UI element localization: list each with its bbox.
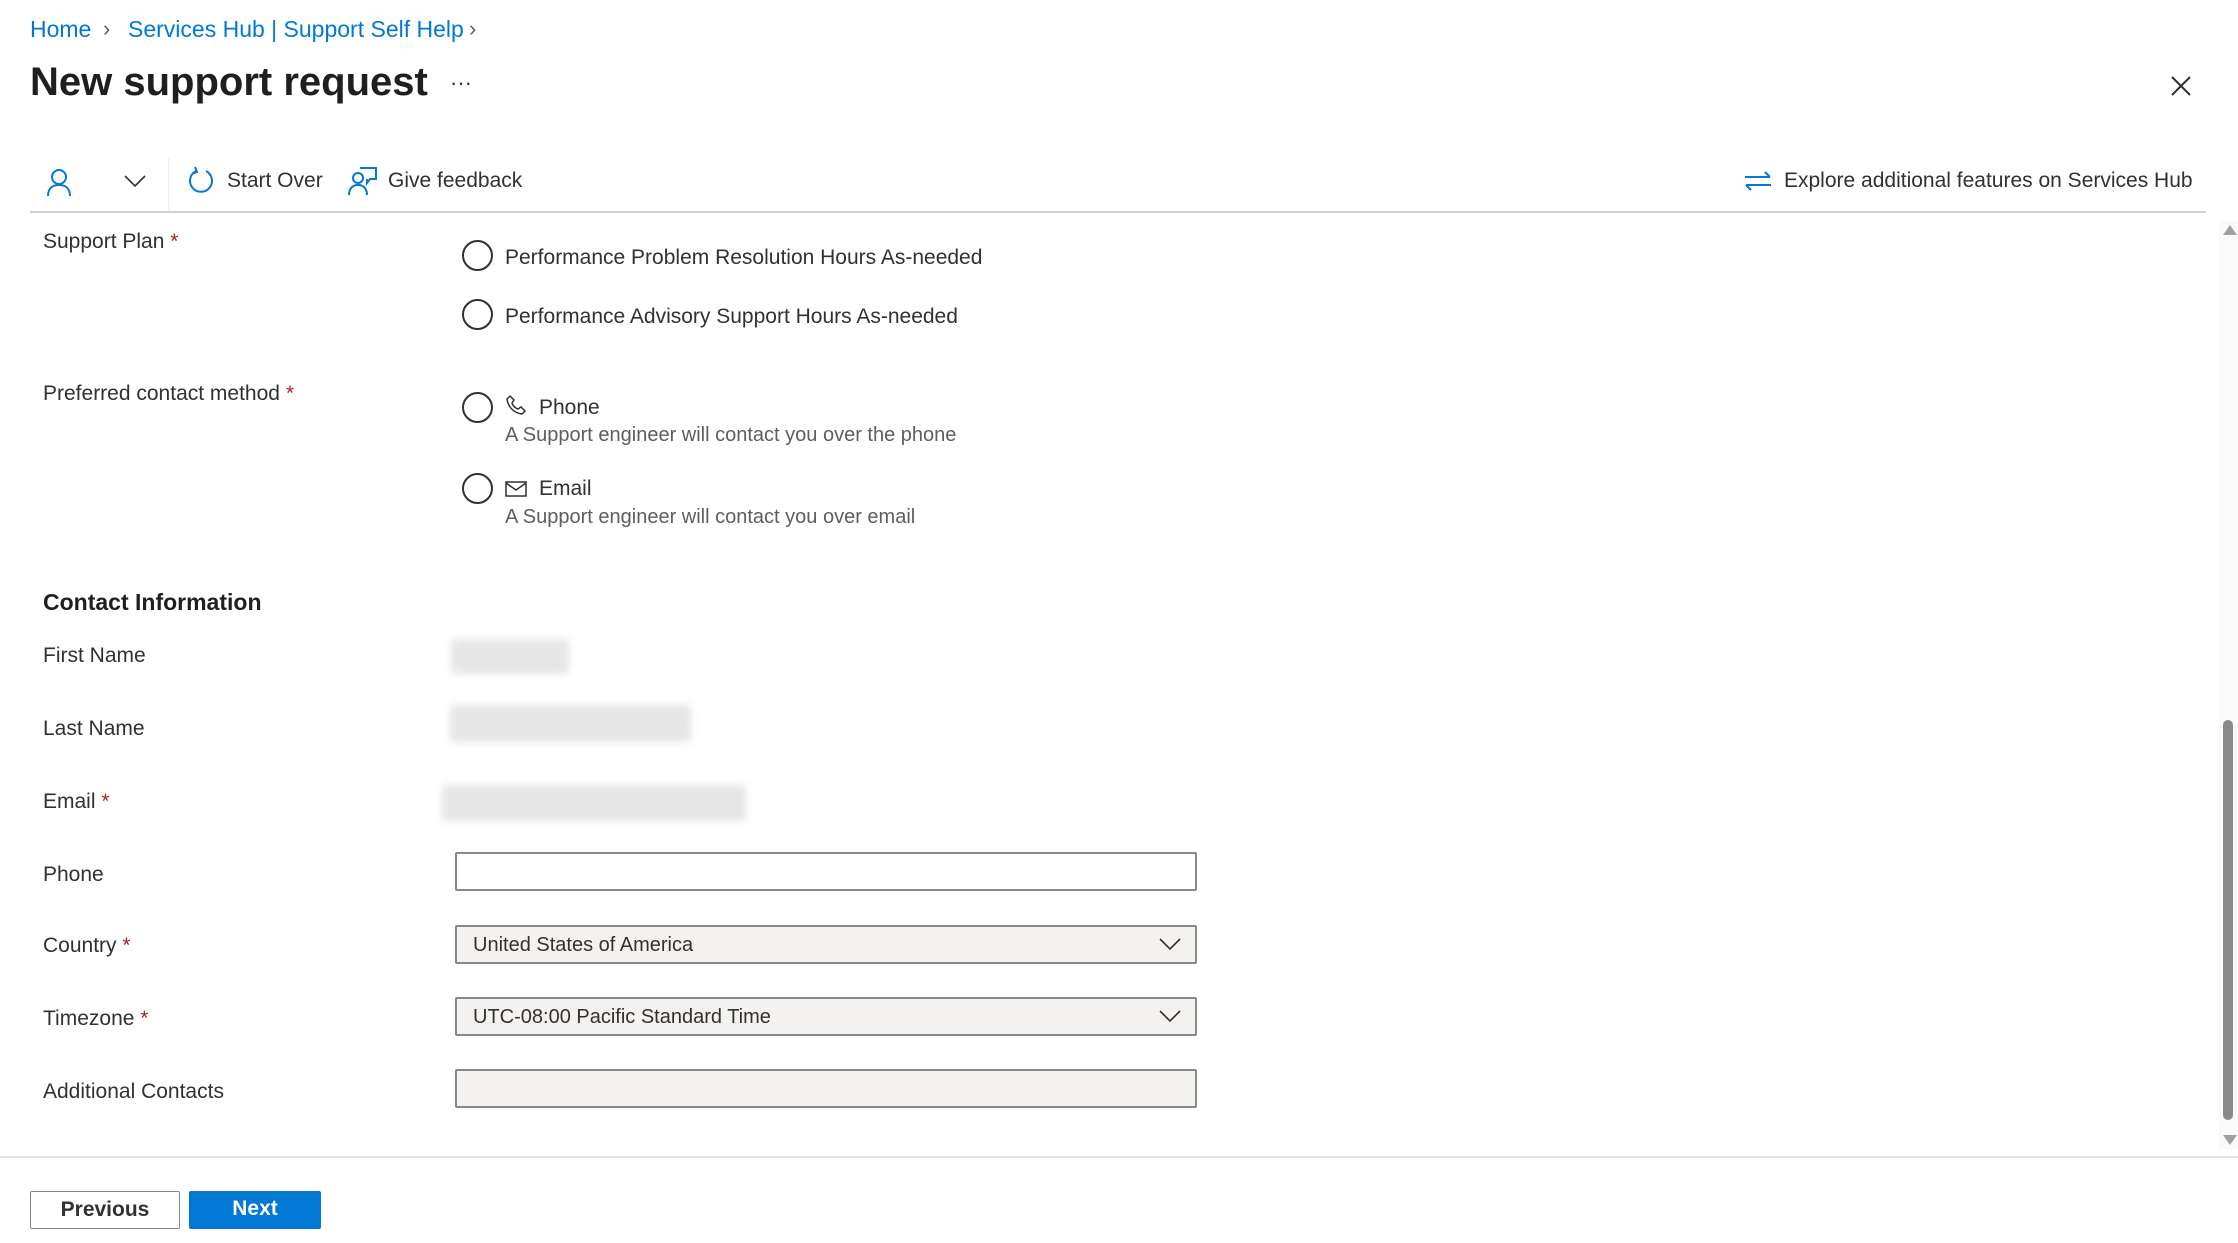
support-plan-radio-advisory[interactable]: [462, 299, 493, 330]
contact-method-option-label: Phone: [539, 396, 600, 419]
give-feedback-button[interactable]: Give feedback: [388, 169, 522, 193]
last-name-label: Last Name: [43, 717, 145, 740]
chevron-down-icon[interactable]: [124, 174, 146, 188]
phone-icon: [506, 394, 527, 415]
additional-contacts-input[interactable]: [455, 1069, 1197, 1108]
first-name-value-redacted: [451, 639, 569, 674]
contact-method-description: A Support engineer will contact you over…: [505, 424, 957, 446]
contact-method-label: Preferred contact method *: [43, 382, 294, 405]
more-options-button[interactable]: ···: [450, 70, 472, 96]
person-icon[interactable]: [46, 168, 72, 196]
chevron-down-icon: [1159, 1010, 1181, 1023]
scroll-down-icon[interactable]: [2223, 1135, 2237, 1145]
chevron-down-icon: [1159, 938, 1181, 951]
country-label: Country *: [43, 934, 131, 957]
scrollbar-thumb[interactable]: [2223, 720, 2233, 1120]
support-plan-radio-resolution[interactable]: [462, 240, 493, 271]
breadcrumb-services-hub[interactable]: Services Hub | Support Self Help: [128, 16, 464, 43]
support-plan-option-label: Performance Advisory Support Hours As-ne…: [505, 305, 958, 328]
support-plan-option-label: Performance Problem Resolution Hours As-…: [505, 246, 983, 269]
last-name-value-redacted: [450, 705, 691, 742]
contact-method-radio-phone[interactable]: [462, 392, 493, 423]
additional-contacts-label: Additional Contacts: [43, 1080, 224, 1103]
refresh-icon[interactable]: [187, 166, 215, 196]
previous-button[interactable]: Previous: [30, 1191, 180, 1229]
breadcrumb-chevron-icon: ›: [103, 16, 111, 41]
scrollbar[interactable]: [2219, 221, 2238, 1149]
country-dropdown[interactable]: United States of America: [455, 925, 1197, 964]
email-label: Email *: [43, 790, 110, 813]
next-button[interactable]: Next: [189, 1191, 321, 1229]
support-plan-label: Support Plan *: [43, 230, 179, 253]
timezone-value: UTC-08:00 Pacific Standard Time: [473, 1006, 771, 1028]
mail-icon: [505, 481, 527, 497]
footer-divider: [0, 1156, 2238, 1158]
phone-input[interactable]: [455, 852, 1197, 891]
toolbar-divider-line: [30, 211, 2206, 213]
email-value-redacted: [442, 785, 746, 821]
contact-information-heading: Contact Information: [43, 589, 262, 615]
timezone-dropdown[interactable]: UTC-08:00 Pacific Standard Time: [455, 997, 1197, 1036]
breadcrumb-home[interactable]: Home: [30, 16, 91, 43]
country-value: United States of America: [473, 934, 694, 956]
switch-arrows-icon[interactable]: [1744, 170, 1772, 192]
contact-method-option-label: Email: [539, 477, 592, 500]
page-title: New support request: [30, 60, 428, 104]
toolbar-divider: [168, 158, 169, 210]
phone-label: Phone: [43, 863, 104, 886]
start-over-button[interactable]: Start Over: [227, 169, 323, 193]
contact-method-description: A Support engineer will contact you over…: [505, 506, 916, 528]
breadcrumb-chevron-icon: ›: [469, 16, 477, 41]
scroll-up-icon[interactable]: [2223, 225, 2237, 235]
contact-method-radio-email[interactable]: [462, 473, 493, 504]
timezone-label: Timezone *: [43, 1007, 149, 1030]
first-name-label: First Name: [43, 644, 146, 667]
close-icon[interactable]: [2170, 75, 2192, 97]
explore-features-link[interactable]: Explore additional features on Services …: [1784, 169, 2193, 193]
feedback-icon[interactable]: [348, 166, 378, 196]
